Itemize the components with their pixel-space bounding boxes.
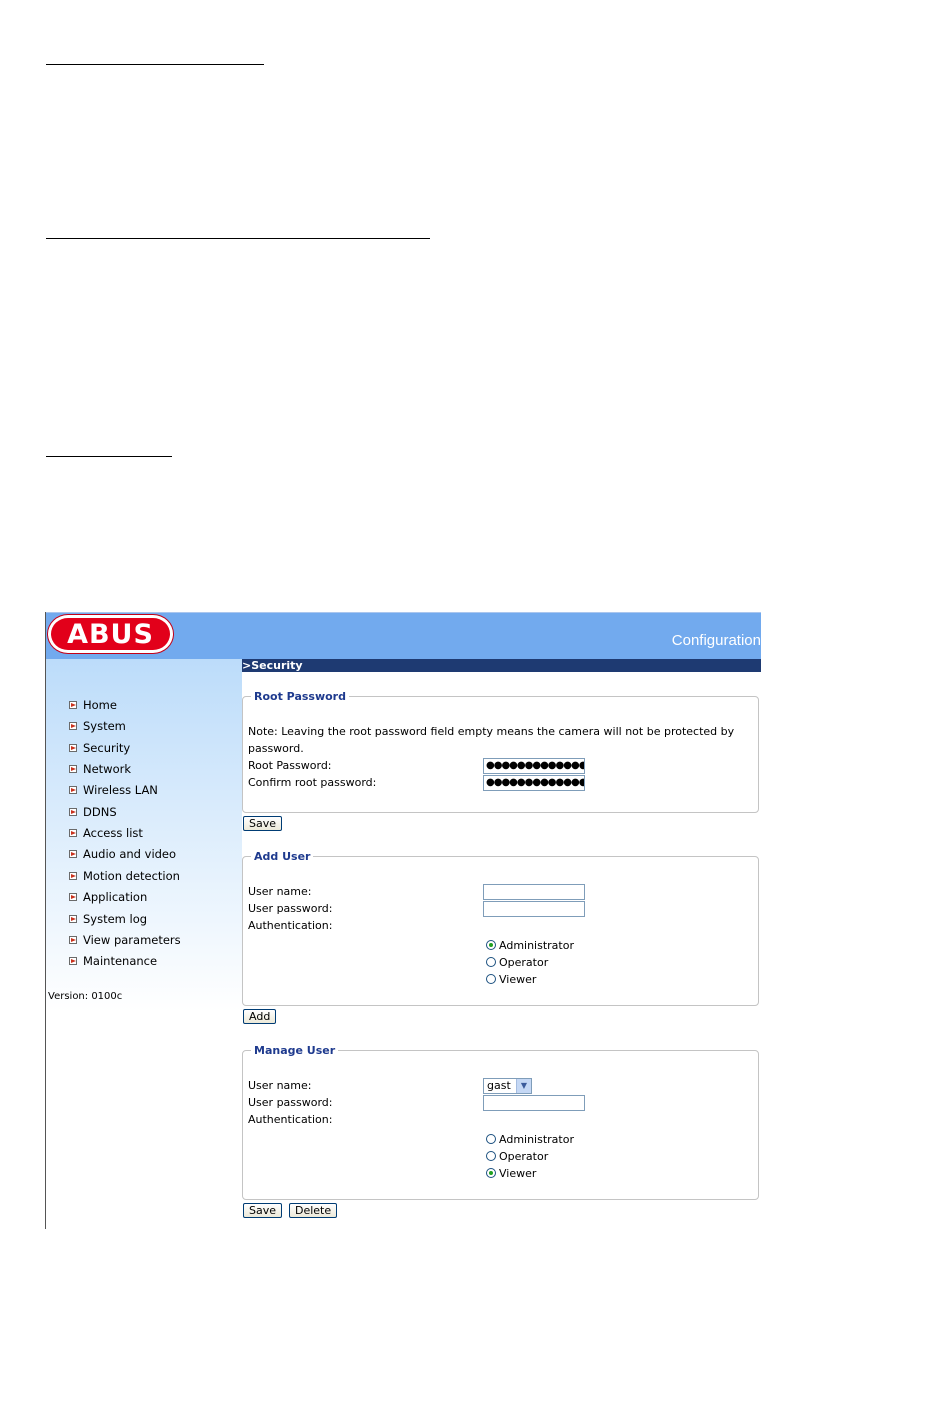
sidebar-item-maintenance[interactable]: Maintenance — [69, 953, 157, 969]
radio-icon — [486, 957, 496, 967]
radio-label: Operator — [499, 955, 549, 969]
arrow-icon — [69, 893, 77, 901]
add-user-group: Add User User name: User password: Authe… — [242, 850, 759, 1006]
select-value: gast — [487, 1079, 511, 1092]
save-user-button[interactable]: Save — [243, 1203, 283, 1218]
main-content: >Security Root Password Note: Leaving th… — [242, 659, 761, 1229]
manage-user-group: Manage User User name: gast ▼ User passw… — [242, 1044, 759, 1200]
sidebar-item-label: Audio and video — [83, 847, 177, 861]
arrow-icon — [69, 957, 77, 965]
root-note: Note: Leaving the root password field em… — [248, 725, 735, 738]
sidebar-item-label: Home — [83, 698, 117, 712]
sidebar-item-label: Application — [83, 890, 148, 904]
sidebar-item-audio-video[interactable]: Audio and video — [69, 846, 176, 862]
add-radio-administrator[interactable]: Administrator — [486, 937, 574, 953]
sidebar-item-label: System — [83, 719, 126, 733]
confirm-password-label: Confirm root password: — [248, 776, 377, 789]
radio-label: Viewer — [499, 972, 537, 986]
arrow-icon — [69, 701, 77, 709]
sidebar-item-label: Network — [83, 762, 132, 776]
section-title: >Security — [242, 659, 761, 672]
sidebar-item-label: Security — [83, 741, 131, 755]
heading-underline — [46, 456, 172, 457]
camera-config-screenshot: ABUS Configuration Home System Security … — [45, 612, 761, 1229]
brand-text: ABUS — [67, 618, 154, 650]
sidebar-item-label: View parameters — [83, 933, 181, 947]
manage-username-select[interactable]: gast ▼ — [483, 1078, 532, 1094]
radio-selected-icon — [486, 1168, 496, 1178]
sidebar-item-view-parameters[interactable]: View parameters — [69, 932, 181, 948]
page-title: Configuration — [671, 632, 761, 649]
add-password-field[interactable] — [483, 901, 585, 917]
heading-underline — [46, 238, 430, 239]
add-radio-viewer[interactable]: Viewer — [486, 971, 536, 987]
arrow-icon — [69, 808, 77, 816]
user-password-label: User password: — [248, 1096, 333, 1109]
group-legend: Root Password — [254, 690, 346, 703]
root-note: password. — [248, 742, 304, 755]
sidebar-item-ddns[interactable]: DDNS — [69, 804, 117, 820]
radio-label: Administrator — [499, 1132, 574, 1146]
authentication-label: Authentication: — [248, 1113, 333, 1126]
group-legend: Add User — [254, 850, 311, 863]
chevron-down-icon[interactable]: ▼ — [516, 1079, 531, 1093]
sidebar-item-security[interactable]: Security — [69, 740, 130, 756]
sidebar: Home System Security Network Wireless LA… — [46, 659, 242, 1229]
root-password-field[interactable]: ●●●●●●●●●●●●●●● — [483, 758, 585, 774]
manage-password-field[interactable] — [483, 1095, 585, 1111]
arrow-icon — [69, 936, 77, 944]
sidebar-item-motion-detection[interactable]: Motion detection — [69, 868, 180, 884]
radio-label: Administrator — [499, 938, 574, 952]
sidebar-item-label: Access list — [83, 826, 143, 840]
arrow-icon — [69, 744, 77, 752]
confirm-password-field[interactable]: ●●●●●●●●●●●●●●● — [483, 775, 585, 791]
arrow-icon — [69, 915, 77, 923]
sidebar-item-label: Motion detection — [83, 869, 180, 883]
arrow-icon — [69, 786, 77, 794]
sidebar-item-network[interactable]: Network — [69, 761, 131, 777]
save-root-password-button[interactable]: Save — [243, 816, 283, 831]
sidebar-item-system[interactable]: System — [69, 718, 126, 734]
radio-selected-icon — [486, 940, 496, 950]
add-username-field[interactable] — [483, 884, 585, 900]
delete-user-button[interactable]: Delete — [289, 1203, 338, 1218]
radio-label: Viewer — [499, 1166, 537, 1180]
radio-icon — [486, 1151, 496, 1161]
sidebar-item-home[interactable]: Home — [69, 697, 117, 713]
header-bar: ABUS Configuration — [46, 612, 761, 660]
sidebar-item-label: Wireless LAN — [83, 783, 158, 797]
sidebar-item-access-list[interactable]: Access list — [69, 825, 143, 841]
arrow-icon — [69, 722, 77, 730]
sidebar-item-application[interactable]: Application — [69, 889, 147, 905]
version-label: Version: 0100c — [48, 991, 123, 1002]
sidebar-item-wireless-lan[interactable]: Wireless LAN — [69, 782, 158, 798]
root-password-label: Root Password: — [248, 759, 332, 772]
manage-radio-viewer[interactable]: Viewer — [486, 1165, 536, 1181]
sidebar-item-label: Maintenance — [83, 954, 158, 968]
sidebar-item-label: DDNS — [83, 805, 117, 819]
radio-icon — [486, 974, 496, 984]
user-password-label: User password: — [248, 902, 333, 915]
heading-underline — [46, 64, 264, 65]
add-radio-operator[interactable]: Operator — [486, 954, 548, 970]
add-user-button[interactable]: Add — [243, 1009, 277, 1024]
manage-radio-operator[interactable]: Operator — [486, 1148, 548, 1164]
sidebar-item-system-log[interactable]: System log — [69, 911, 147, 927]
authentication-label: Authentication: — [248, 919, 333, 932]
abus-logo: ABUS — [48, 615, 173, 653]
manage-radio-administrator[interactable]: Administrator — [486, 1131, 574, 1147]
sidebar-item-label: System log — [83, 912, 148, 926]
group-legend: Manage User — [254, 1044, 336, 1057]
root-password-group: Root Password Note: Leaving the root pas… — [242, 690, 759, 813]
username-label: User name: — [248, 1079, 312, 1092]
arrow-icon — [69, 872, 77, 880]
arrow-icon — [69, 765, 77, 773]
arrow-icon — [69, 829, 77, 837]
radio-icon — [486, 1134, 496, 1144]
username-label: User name: — [248, 885, 312, 898]
arrow-icon — [69, 850, 77, 858]
radio-label: Operator — [499, 1149, 549, 1163]
